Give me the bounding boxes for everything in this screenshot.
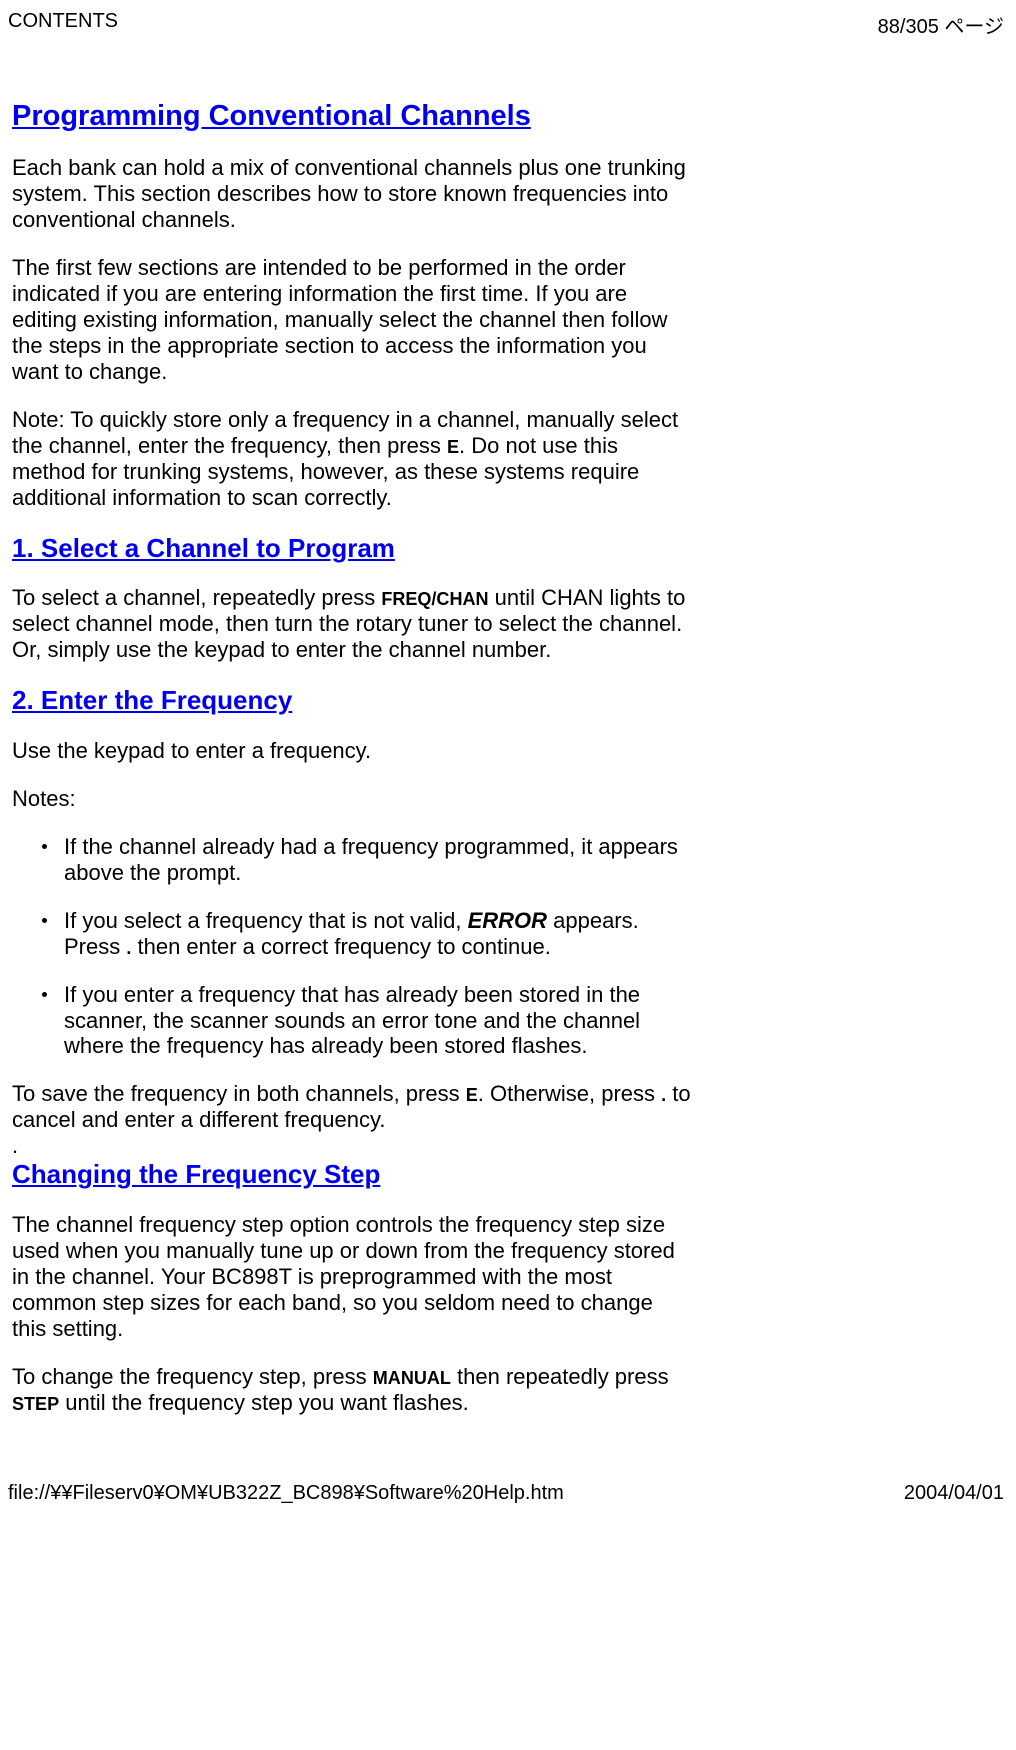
heading-select-channel[interactable]: 1. Select a Channel to Program (12, 533, 692, 564)
header-right: 88/305 ページ (878, 10, 1004, 39)
heading-changing-frequency-step[interactable]: Changing the Frequency Step (12, 1159, 692, 1190)
key-step: STEP (12, 1394, 59, 1414)
stray-dot: . (12, 1133, 692, 1159)
paragraph-select-channel: To select a channel, repeatedly press FR… (12, 585, 692, 663)
paragraph-intro-1: Each bank can hold a mix of conventional… (12, 155, 692, 233)
key-e: E (447, 437, 459, 457)
error-label: ERROR (468, 908, 547, 933)
footer-path: file://¥¥Fileserv0¥OM¥UB322Z_BC898¥Softw… (8, 1482, 564, 1505)
notes-label: Notes: (12, 786, 692, 812)
notes-list: If the channel already had a frequency p… (12, 834, 692, 1060)
save-text-b: . Otherwise, press (478, 1081, 661, 1106)
header: CONTENTS 88/305 ページ (8, 10, 1004, 39)
li2-text-c: then enter a correct frequency to contin… (131, 934, 550, 959)
step-text-c: until the frequency step you want flashe… (59, 1390, 469, 1415)
list-item: If you enter a frequency that has alread… (64, 982, 692, 1060)
key-freq-chan: FREQ/CHAN (381, 589, 488, 609)
paragraph-intro-2: The first few sections are intended to b… (12, 255, 692, 385)
paragraph-step-description: The channel frequency step option contro… (12, 1212, 692, 1342)
key-manual: MANUAL (373, 1368, 451, 1388)
paragraph-use-keypad: Use the keypad to enter a frequency. (12, 738, 692, 764)
select-text-a: To select a channel, repeatedly press (12, 585, 381, 610)
heading-enter-frequency[interactable]: 2. Enter the Frequency (12, 685, 692, 716)
footer: file://¥¥Fileserv0¥OM¥UB322Z_BC898¥Softw… (0, 1482, 1016, 1513)
paragraph-note: Note: To quickly store only a frequency … (12, 407, 692, 511)
paragraph-save-frequency: To save the frequency in both channels, … (12, 1081, 692, 1133)
paragraph-step-instructions: To change the frequency step, press MANU… (12, 1364, 692, 1416)
step-text-a: To change the frequency step, press (12, 1364, 373, 1389)
heading-programming-conventional-channels[interactable]: Programming Conventional Channels (12, 99, 692, 133)
step-text-b: then repeatedly press (451, 1364, 669, 1389)
list-item: If the channel already had a frequency p… (64, 834, 692, 886)
key-e: E (466, 1085, 478, 1105)
document-content: Programming Conventional Channels Each b… (8, 99, 692, 1416)
li2-text-a: If you select a frequency that is not va… (64, 908, 468, 933)
list-item: If you select a frequency that is not va… (64, 908, 692, 960)
save-text-a: To save the frequency in both channels, … (12, 1081, 466, 1106)
header-left: CONTENTS (8, 10, 118, 39)
footer-date: 2004/04/01 (904, 1482, 1004, 1505)
